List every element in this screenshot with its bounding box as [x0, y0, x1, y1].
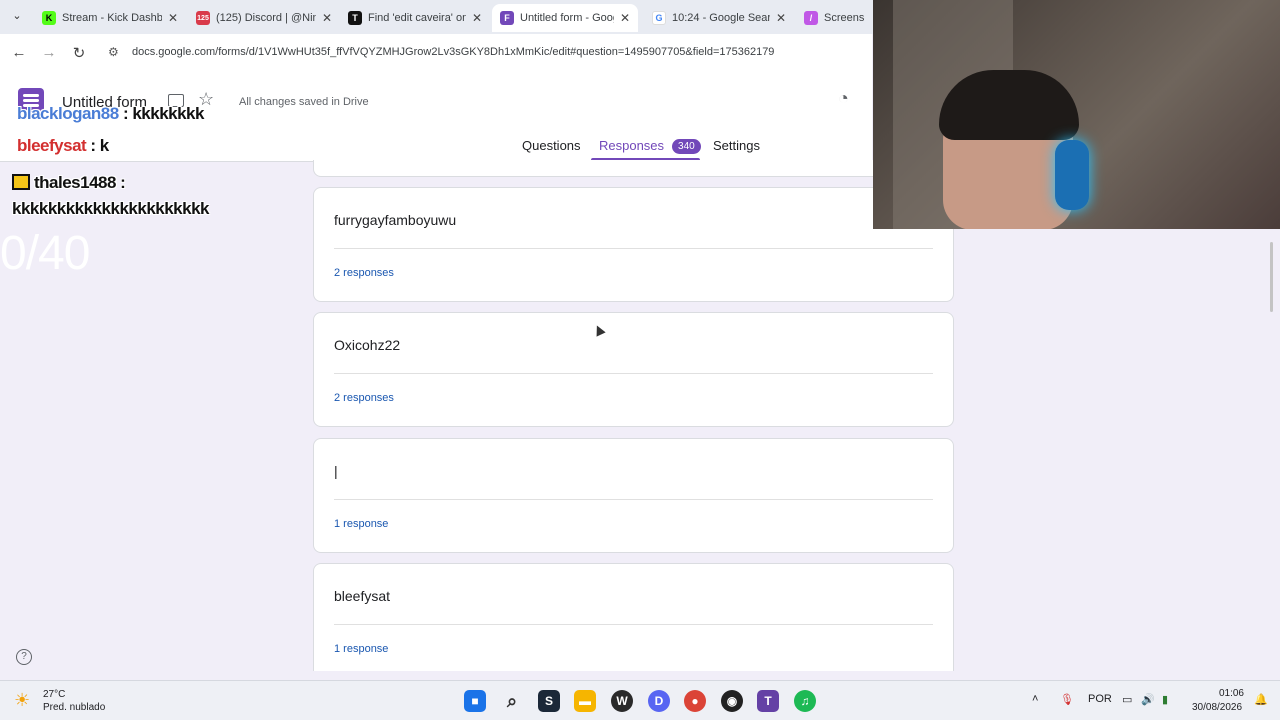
- steam-icon[interactable]: S: [538, 690, 560, 712]
- question-title: bleefysat: [334, 588, 391, 604]
- forward-arrow-icon[interactable]: →: [34, 44, 64, 61]
- crown-badge-icon: [12, 174, 30, 190]
- close-tab-icon[interactable]: ✕: [322, 11, 332, 25]
- volume-icon[interactable]: 🔊: [1141, 693, 1155, 706]
- browser-tab[interactable]: 125 (125) Discord | @Nin ✕: [188, 4, 340, 32]
- tab-title: Find 'edit caveira' on: [368, 12, 466, 24]
- chat-message: bleefysat : k: [17, 136, 109, 156]
- scrollbar[interactable]: [1270, 242, 1273, 312]
- tab-title: 10:24 - Google Searc: [672, 12, 770, 24]
- chat-text: : kkkkkkkk: [118, 104, 205, 123]
- help-icon[interactable]: ?: [16, 649, 32, 665]
- follower-goal-counter: 0/40: [0, 227, 90, 280]
- chat-username: bleefysat: [17, 136, 87, 155]
- form-tabs: Questions Responses 340 Settings: [0, 136, 872, 162]
- divider: [334, 248, 933, 249]
- question-title: |: [334, 463, 338, 479]
- webcam-overlay: [873, 0, 1280, 229]
- divider: [334, 373, 933, 374]
- reload-icon[interactable]: ↻: [64, 44, 94, 62]
- file-explorer-icon[interactable]: ▬: [574, 690, 596, 712]
- browser-tab-active[interactable]: F Untitled form - Goog ✕: [492, 4, 638, 32]
- google-forms-icon: F: [500, 11, 514, 25]
- webcam-person-hair: [939, 70, 1079, 140]
- screenshot-pen-icon: /: [804, 11, 818, 25]
- question-title: Oxicohz22: [334, 337, 401, 353]
- divider: [334, 499, 933, 500]
- tab-responses[interactable]: Responses 340: [599, 138, 701, 154]
- chat-username: thales1488 :: [34, 173, 126, 192]
- palette-icon[interactable]: ◔: [838, 88, 849, 109]
- question-title: furrygayfamboyuwu: [334, 212, 457, 228]
- network-icon[interactable]: ▭: [1122, 693, 1132, 706]
- language-indicator[interactable]: POR: [1088, 693, 1112, 705]
- close-tab-icon[interactable]: ✕: [620, 11, 630, 25]
- clock-time[interactable]: 01:06: [1218, 688, 1244, 699]
- tab-title: Stream - Kick Dashbo: [62, 12, 162, 24]
- google-icon: G: [652, 11, 666, 25]
- previous-card-bottom: [313, 160, 954, 177]
- url-field[interactable]: docs.google.com/forms/d/1V1WwHUt35f_ffVf…: [132, 46, 774, 58]
- close-tab-icon[interactable]: ✕: [472, 11, 482, 25]
- tab-responses-label: Responses: [599, 138, 665, 153]
- site-settings-icon[interactable]: ⚙: [108, 45, 119, 59]
- show-hidden-icons-chevron-icon[interactable]: ˄: [1032, 693, 1038, 705]
- chat-text: kkkkkkkkkkkkkkkkkkkkkk: [12, 199, 210, 218]
- chat-text: : k: [86, 136, 109, 155]
- tab-questions[interactable]: Questions: [522, 138, 581, 153]
- notification-bell-icon[interactable]: 🔔: [1254, 693, 1268, 706]
- address-bar: ← → ↻ ⚙ docs.google.com/forms/d/1V1WwHUt…: [0, 34, 872, 72]
- wow-icon[interactable]: W: [611, 690, 633, 712]
- headphones-icon: [1055, 140, 1089, 210]
- discord-icon[interactable]: D: [648, 690, 670, 712]
- browser-tab[interactable]: / Screenshot: [796, 4, 872, 32]
- tab-title: Untitled form - Goog: [520, 12, 614, 24]
- save-status: All changes saved in Drive: [239, 96, 369, 108]
- clock-date[interactable]: 30/08/2026: [1192, 702, 1242, 713]
- temperature: 27°C: [43, 689, 66, 700]
- browser-tab[interactable]: T Find 'edit caveira' on ✕: [340, 4, 490, 32]
- twitch-icon[interactable]: T: [757, 690, 779, 712]
- weather-icon[interactable]: ☀: [14, 690, 30, 711]
- browser-tab[interactable]: K Stream - Kick Dashbo ✕: [34, 4, 186, 32]
- response-count-link[interactable]: 1 response: [334, 518, 388, 530]
- chat-message: blacklogan88 : kkkkkkkk: [17, 104, 204, 124]
- taskbar: ☀ 27°C Pred. nublado ■ ⌕ S ▬ W D ● ◉ T ♫…: [0, 680, 1280, 720]
- chat-username: blacklogan88: [17, 104, 119, 123]
- microphone-icon[interactable]: 🎙: [1060, 693, 1074, 706]
- back-arrow-icon[interactable]: ←: [4, 44, 34, 61]
- response-card: | 1 response: [313, 438, 954, 553]
- browser-tab[interactable]: G 10:24 - Google Searc ✕: [644, 4, 794, 32]
- tab-search-chevron-icon[interactable]: ⌄: [8, 9, 26, 25]
- tab-settings[interactable]: Settings: [713, 138, 760, 153]
- response-card: Oxicohz22 2 responses: [313, 312, 954, 427]
- response-card: furrygayfamboyuwu 2 responses: [313, 187, 954, 302]
- tab-title: Screenshot: [824, 12, 864, 24]
- kick-icon: K: [42, 11, 56, 25]
- tab-title: (125) Discord | @Nin: [216, 12, 316, 24]
- windows-start-icon[interactable]: ■: [464, 690, 486, 712]
- response-count-link[interactable]: 1 response: [334, 643, 388, 655]
- search-icon[interactable]: ⌕: [501, 690, 523, 712]
- tiktok-icon: T: [348, 11, 362, 25]
- discord-icon: 125: [196, 11, 210, 25]
- close-tab-icon[interactable]: ✕: [776, 11, 786, 25]
- spotify-icon[interactable]: ♫: [794, 690, 816, 712]
- obs-icon[interactable]: ◉: [721, 690, 743, 712]
- responses-count-badge: 340: [672, 139, 701, 154]
- response-count-link[interactable]: 2 responses: [334, 392, 394, 404]
- divider: [334, 624, 933, 625]
- chrome-icon[interactable]: ●: [684, 690, 706, 712]
- response-count-link[interactable]: 2 responses: [334, 267, 394, 279]
- close-tab-icon[interactable]: ✕: [168, 11, 178, 25]
- response-card: bleefysat 1 response: [313, 563, 954, 671]
- chat-message: thales1488 : kkkkkkkkkkkkkkkkkkkkkk: [12, 170, 252, 222]
- weather-condition: Pred. nublado: [43, 702, 106, 713]
- battery-icon[interactable]: ▮: [1162, 693, 1168, 706]
